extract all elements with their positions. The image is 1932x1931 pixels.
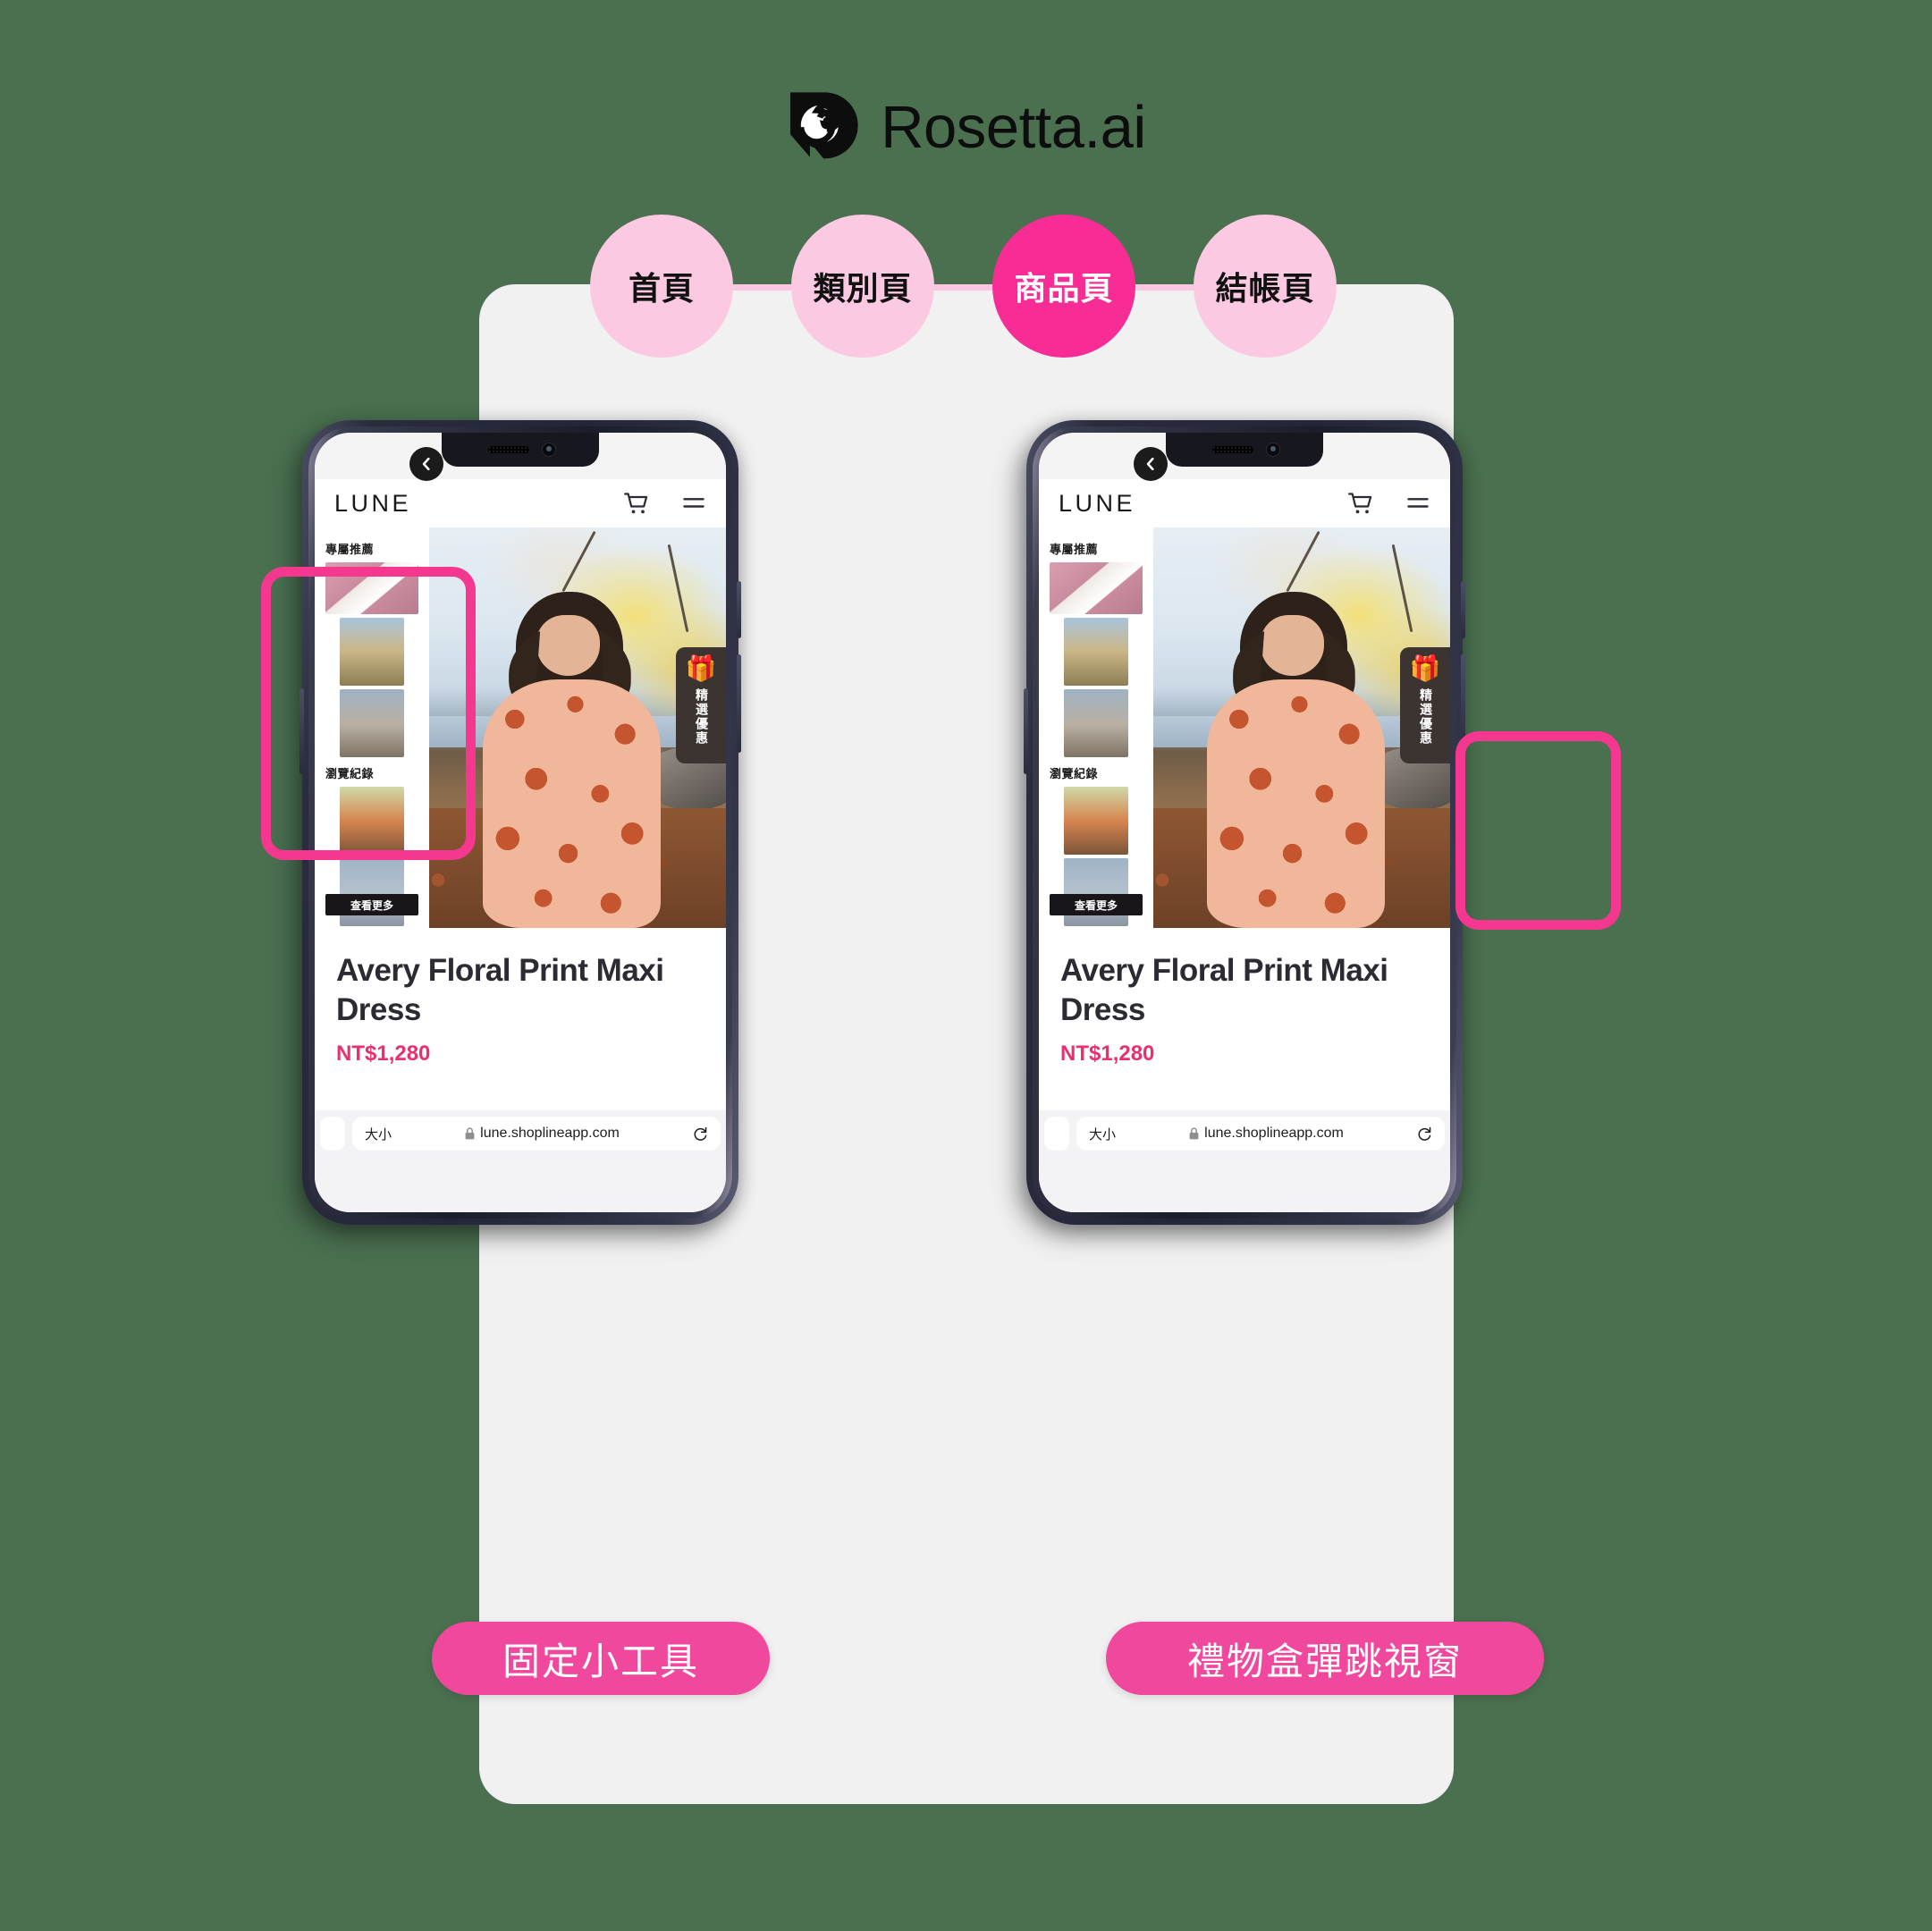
gift-offer-widget[interactable]: 🎁 精選優惠 [1400,647,1450,763]
gift-box-icon: 🎁 [685,654,717,682]
sidebar-section-history-title: 瀏覽紀錄 [1050,768,1099,781]
browser-url-text: lune.shoplineapp.com [480,1126,620,1141]
page-root: Rosetta.ai 首頁 類別頁 商品頁 結帳頁 LUNE 專屬推薦 瀏覽紀錄… [0,0,1932,1931]
lock-icon [465,1127,475,1140]
product-price: NT$1,280 [336,1041,431,1066]
front-camera-icon [542,443,556,457]
site-header: LUNE [315,479,726,527]
history-thumb-1[interactable] [1063,787,1129,855]
sidebar-section-recommend-title: 專屬推薦 [325,544,375,557]
gift-offer-label: 精選優惠 [1418,688,1432,746]
front-camera-icon [1266,443,1280,457]
site-header: LUNE [1039,479,1450,527]
browser-url-text: lune.shoplineapp.com [1204,1126,1344,1141]
browser-address-field[interactable]: 大小 lune.shoplineapp.com [1076,1117,1445,1151]
product-info-block: Avery Floral Print Maxi Dress NT$1,280 [1039,928,1450,1116]
product-info-block: Avery Floral Print Maxi Dress NT$1,280 [315,928,726,1116]
earpiece-speaker-icon [488,446,529,453]
chevron-left-icon [422,458,430,470]
caption-fixed-widget: 固定小工具 [432,1622,770,1695]
earpiece-speaker-icon [1212,446,1253,453]
chevron-left-icon [1146,458,1154,470]
model-figure [479,591,664,928]
header-icon-group [624,492,706,515]
step-pill-product[interactable]: 商品頁 [992,215,1135,358]
gift-box-icon: 🎁 [1409,654,1441,682]
site-brand-logo[interactable]: LUNE [1059,490,1135,518]
product-title: Avery Floral Print Maxi Dress [1060,953,1388,1028]
highlight-box-gift [1455,731,1621,930]
logo-text: Rosetta.ai [881,93,1146,161]
phone-notch [442,433,599,467]
spiral-shell-icon [790,92,858,159]
browser-left-stub[interactable] [320,1117,345,1151]
phone-notch [1166,433,1323,467]
history-thumb-2[interactable] [339,858,405,926]
power-button[interactable] [737,654,741,753]
browser-size-label[interactable]: 大小 [365,1125,392,1143]
step-pill-category[interactable]: 類別頁 [791,215,934,358]
gift-offer-label: 精選優惠 [694,688,708,746]
sidebar-collapse-button[interactable] [1134,447,1168,481]
step-connector-line [644,284,1287,291]
highlight-box-sidebar [261,567,476,860]
reload-icon[interactable] [1417,1126,1432,1142]
recommend-thumb-3[interactable] [1063,689,1129,757]
browser-bottom-bar [315,1157,726,1212]
browser-left-stub[interactable] [1044,1117,1069,1151]
site-brand-logo[interactable]: LUNE [334,490,411,518]
shopping-cart-icon[interactable] [1348,492,1373,515]
phone-screen: LUNE 專屬推薦 瀏覽紀錄 查看更多 🎁 精選優惠 Avery Floral … [1039,433,1450,1212]
browser-size-label[interactable]: 大小 [1089,1125,1116,1143]
model-figure [1203,591,1388,928]
recommendation-sidebar-widget[interactable]: 專屬推薦 瀏覽紀錄 查看更多 [1039,527,1153,928]
sidebar-view-more-button[interactable]: 查看更多 [325,894,418,915]
recommend-thumb-2[interactable] [1063,618,1129,686]
hamburger-menu-icon[interactable] [1405,492,1430,515]
step-pill-home[interactable]: 首頁 [590,215,733,358]
product-title: Avery Floral Print Maxi Dress [336,953,664,1028]
shopping-cart-icon[interactable] [624,492,649,515]
lock-icon [1189,1127,1199,1140]
sidebar-collapse-button[interactable] [409,447,443,481]
volume-button[interactable] [1461,581,1465,638]
browser-address-field[interactable]: 大小 lune.shoplineapp.com [352,1117,721,1151]
product-price: NT$1,280 [1060,1041,1155,1066]
brand-logo: Rosetta.ai [0,89,1932,164]
browser-url-bar: 大小 lune.shoplineapp.com [1039,1110,1450,1157]
header-icon-group [1348,492,1430,515]
sidebar-view-more-button[interactable]: 查看更多 [1050,894,1143,915]
browser-url-bar: 大小 lune.shoplineapp.com [315,1110,726,1157]
history-thumb-2[interactable] [1063,858,1129,926]
recommend-thumb-1[interactable] [1050,562,1143,614]
step-pill-checkout[interactable]: 結帳頁 [1194,215,1337,358]
volume-button[interactable] [737,581,741,638]
browser-bottom-bar [1039,1157,1450,1212]
caption-gift-popup: 禮物盒彈跳視窗 [1106,1622,1544,1695]
side-button-left[interactable] [1024,688,1028,774]
reload-icon[interactable] [693,1126,708,1142]
step-nav: 首頁 類別頁 商品頁 結帳頁 [590,215,1341,358]
gift-offer-widget[interactable]: 🎁 精選優惠 [676,647,726,763]
hamburger-menu-icon[interactable] [681,492,706,515]
phone-gift-popup: LUNE 專屬推薦 瀏覽紀錄 查看更多 🎁 精選優惠 Avery Floral … [1016,420,1465,1237]
sidebar-section-recommend-title: 專屬推薦 [1050,544,1099,557]
